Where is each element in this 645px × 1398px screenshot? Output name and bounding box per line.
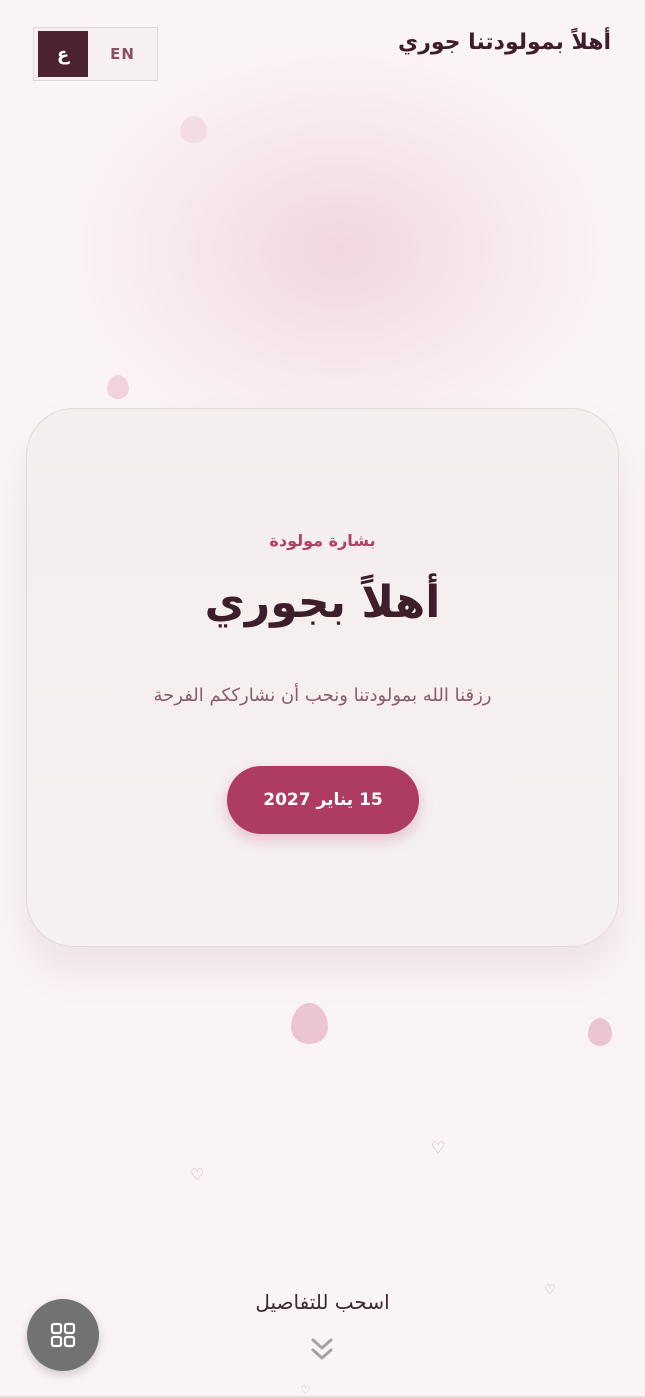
swipe-hint[interactable]: اسحب للتفاصيل (0, 1290, 645, 1314)
language-toggle[interactable]: ع EN (33, 27, 158, 81)
date-button[interactable]: 15 يناير 2027 (227, 766, 419, 834)
background-glow (60, 40, 620, 460)
card-subtitle: رزقنا الله بمولودتنا ونحب أن نشارككم الف… (153, 685, 492, 706)
heart-icon: ♡ (190, 1165, 205, 1184)
petal-decoration (180, 116, 207, 143)
swipe-hint-label: اسحب للتفاصيل (255, 1290, 390, 1314)
heart-icon: ♡ (300, 1383, 311, 1397)
announcement-card: بشارة مولودة أهلاً بجوري رزقنا الله بمول… (26, 408, 619, 947)
lang-arabic-button[interactable]: ع (38, 31, 88, 77)
menu-button[interactable] (27, 1299, 99, 1371)
lang-english-button[interactable]: EN (88, 28, 157, 80)
top-bar: ع EN أهلاً بمولودتنا جوري (0, 0, 645, 100)
card-eyebrow: بشارة مولودة (269, 531, 376, 550)
petal-decoration (291, 1003, 328, 1044)
petal-decoration (107, 375, 129, 399)
card-title: أهلاً بجوري (204, 577, 441, 628)
heart-icon: ♡ (431, 1138, 446, 1157)
double-chevron-down-icon[interactable] (309, 1336, 335, 1364)
site-title: أهلاً بمولودتنا جوري (398, 30, 611, 55)
petal-decoration (588, 1018, 612, 1046)
grid-icon (50, 1322, 76, 1348)
